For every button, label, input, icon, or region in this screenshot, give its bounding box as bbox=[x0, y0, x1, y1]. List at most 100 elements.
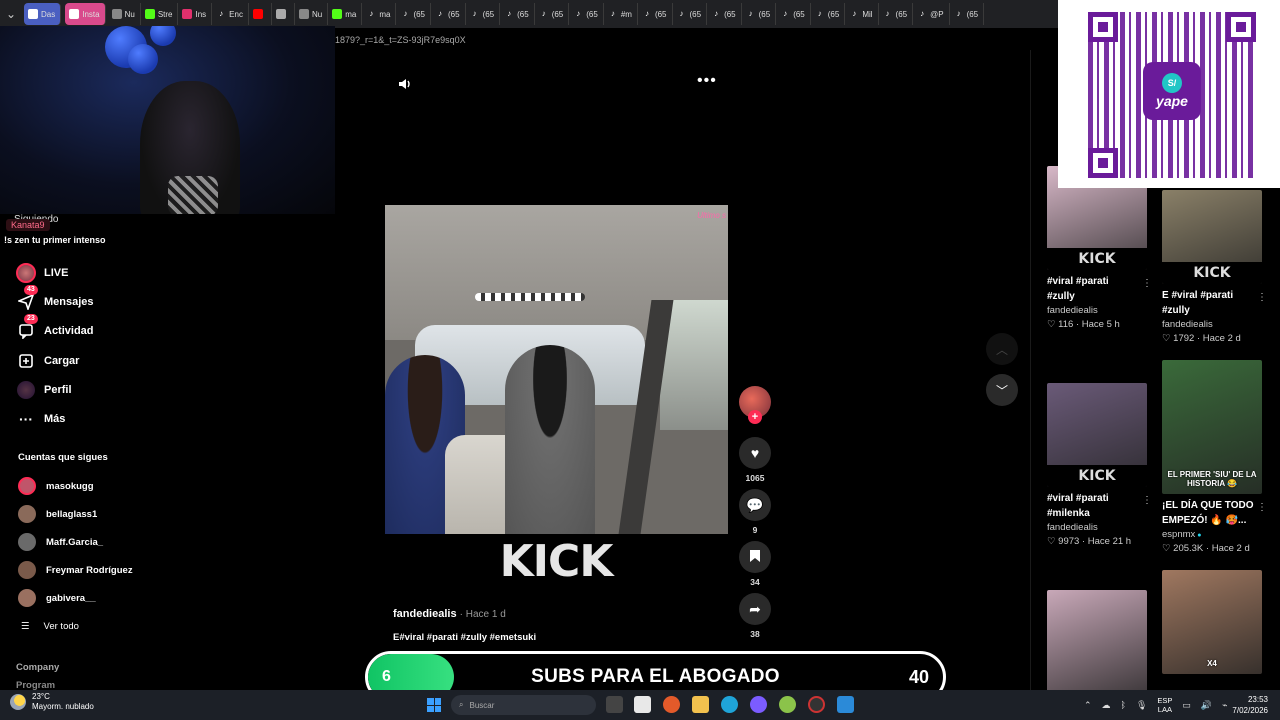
battery-icon[interactable]: ⌁ bbox=[1222, 700, 1227, 711]
bluetooth-icon[interactable]: ᛒ bbox=[1121, 700, 1126, 710]
app-icon[interactable] bbox=[837, 696, 854, 713]
recommended-video[interactable]: EL PRIMER 'SIU' DE LA HISTORIA 😂 ¡EL DÍA … bbox=[1162, 360, 1267, 554]
browser-tab[interactable]: ♪ (65 bbox=[500, 3, 535, 25]
sidebar-item-mensajes[interactable]: 43 Mensajes bbox=[16, 284, 94, 316]
account-item[interactable]: Freymar Rodríguez bbox=[18, 556, 133, 584]
tab-label: Nu bbox=[311, 9, 323, 19]
browser-tab[interactable]: ♪ (65 bbox=[673, 3, 708, 25]
sidebar-item-actividad[interactable]: 23 Actividad bbox=[16, 314, 94, 346]
tab-label: (65 bbox=[551, 9, 564, 19]
video-thumbnail[interactable]: KICK bbox=[1047, 383, 1147, 487]
browser-tab[interactable]: Das bbox=[24, 3, 62, 25]
previous-video-button[interactable]: ︿ bbox=[986, 333, 1018, 365]
discord-icon[interactable] bbox=[750, 696, 767, 713]
video-author[interactable]: fandediealis bbox=[1162, 319, 1213, 330]
weather-widget[interactable]: 23°C Mayorm. nublado bbox=[10, 692, 94, 712]
sidebar-item-perfil[interactable]: Perfil bbox=[16, 375, 94, 404]
footer-company-link[interactable]: Company bbox=[16, 662, 59, 673]
browser-tab[interactable]: ♪ (65 bbox=[776, 3, 811, 25]
windows-start-icon[interactable] bbox=[427, 698, 441, 712]
browser-tab[interactable]: ♪ (65 bbox=[707, 3, 742, 25]
browser-tab[interactable]: ♪ (65 bbox=[742, 3, 777, 25]
task-view-icon[interactable] bbox=[606, 696, 623, 713]
browser-tab[interactable]: ma bbox=[328, 3, 363, 25]
browser-tab[interactable]: Ins bbox=[178, 3, 213, 25]
browser-tab[interactable]: Nu bbox=[108, 3, 141, 25]
account-item[interactable]: Maff.Garcia_ bbox=[18, 528, 133, 556]
video-thumbnail[interactable] bbox=[1047, 590, 1147, 694]
obs-icon[interactable] bbox=[808, 696, 825, 713]
browser-tab[interactable]: Insta bbox=[65, 3, 106, 25]
chevron-up-icon[interactable]: ⌃ bbox=[1084, 700, 1092, 711]
volume-icon[interactable] bbox=[398, 77, 412, 94]
recommended-video[interactable] bbox=[1047, 590, 1152, 694]
store-icon[interactable] bbox=[634, 696, 651, 713]
language-indicator[interactable]: ESP LAA bbox=[1157, 696, 1172, 714]
share-button[interactable]: ➦ bbox=[739, 593, 771, 625]
browser-icon[interactable] bbox=[663, 696, 680, 713]
browser-tab[interactable]: ♪ Enc bbox=[212, 3, 249, 25]
browser-tab[interactable]: ♪ (65 bbox=[879, 3, 914, 25]
edge-icon[interactable] bbox=[721, 696, 738, 713]
recommended-video[interactable]: KICK #viral #parati #zully ⋮ fandediealis ♡ … bbox=[1047, 166, 1152, 330]
recommended-video[interactable]: KICK E #viral #parati #zully ⋮ fandediealis… bbox=[1162, 190, 1267, 344]
kebab-menu-icon[interactable]: ⋮ bbox=[1257, 292, 1267, 303]
tab-list-chevron-icon[interactable]: ⌄ bbox=[0, 0, 22, 28]
video-author[interactable]: espnmx bbox=[1162, 529, 1195, 540]
video-thumbnail[interactable]: KICK bbox=[1162, 190, 1262, 284]
recommended-video[interactable]: X4 bbox=[1162, 570, 1267, 674]
browser-tab[interactable]: ♪ (65 bbox=[466, 3, 501, 25]
file-explorer-icon[interactable] bbox=[692, 696, 709, 713]
browser-tab[interactable]: ♪ (65 bbox=[431, 3, 466, 25]
sidebar-item-mas[interactable]: ··· Más bbox=[16, 404, 94, 433]
network-icon[interactable]: ▭ bbox=[1182, 700, 1191, 711]
like-button[interactable]: ♥ bbox=[739, 437, 771, 469]
recommended-video[interactable]: KICK #viral #parati #milenka ⋮ fandediealis… bbox=[1047, 383, 1152, 547]
sidebar-item-live[interactable]: LIVE bbox=[16, 258, 94, 287]
browser-tab[interactable]: ♪ (65 bbox=[638, 3, 673, 25]
video-author-row[interactable]: fandediealis · Hace 1 d bbox=[393, 608, 506, 620]
browser-tab[interactable]: ♪ #m bbox=[604, 3, 638, 25]
address-bar[interactable]: 1879?_r=1&_t=ZS-93jR7e9sq0X bbox=[335, 30, 1058, 50]
onedrive-icon[interactable]: ☁ bbox=[1102, 700, 1111, 711]
browser-tab[interactable]: ♪ (65 bbox=[950, 3, 985, 25]
browser-tab[interactable]: ♪ ma bbox=[362, 3, 397, 25]
browser-tab[interactable]: ♪ Mil bbox=[845, 3, 879, 25]
browser-tab[interactable]: ♪ (65 bbox=[811, 3, 846, 25]
video-author[interactable]: fandediealis bbox=[1047, 305, 1098, 316]
browser-tab[interactable]: Nu bbox=[295, 3, 329, 25]
taskbar-search[interactable]: ⌕ Buscar bbox=[451, 695, 596, 715]
next-video-button[interactable]: ﹀ bbox=[986, 374, 1018, 406]
follow-plus-icon[interactable]: + bbox=[748, 410, 762, 424]
browser-tab[interactable]: Stre bbox=[141, 3, 179, 25]
taskbar-clock[interactable]: 23:53 7/02/2026 bbox=[1232, 694, 1268, 716]
chrome-icon[interactable] bbox=[779, 696, 796, 713]
video-thumbnail[interactable]: X4 bbox=[1162, 570, 1262, 674]
browser-tab[interactable]: ♪ (65 bbox=[569, 3, 604, 25]
account-item[interactable]: masokugg bbox=[18, 472, 133, 500]
browser-tab[interactable]: ♪ (65 bbox=[396, 3, 431, 25]
video-author[interactable]: fandediealis bbox=[393, 608, 457, 620]
browser-tab[interactable] bbox=[272, 3, 295, 25]
browser-tab[interactable] bbox=[249, 3, 272, 25]
video-player[interactable]: Ultimo s bbox=[385, 205, 728, 534]
see-all-button[interactable]: ☰ Ver todo bbox=[18, 612, 133, 640]
kebab-menu-icon[interactable]: ⋮ bbox=[1257, 502, 1267, 513]
microphone-icon[interactable]: 🎙 bbox=[1136, 700, 1147, 711]
kebab-menu-icon[interactable]: ⋮ bbox=[1142, 278, 1152, 289]
save-button[interactable] bbox=[739, 541, 771, 573]
video-time: Hace 2 d bbox=[1202, 333, 1241, 344]
account-item[interactable]: gabivera__ bbox=[18, 584, 133, 612]
more-icon: ··· bbox=[19, 411, 33, 428]
comment-button[interactable]: 💬 bbox=[739, 489, 771, 521]
more-options-icon[interactable]: ••• bbox=[697, 72, 717, 90]
video-author[interactable]: fandediealis bbox=[1047, 522, 1098, 533]
kebab-menu-icon[interactable]: ⋮ bbox=[1142, 495, 1152, 506]
video-thumbnail[interactable]: EL PRIMER 'SIU' DE LA HISTORIA 😂 bbox=[1162, 360, 1262, 494]
browser-tab[interactable]: ♪ @P bbox=[913, 3, 950, 25]
volume-icon[interactable]: 🔊 bbox=[1201, 700, 1212, 711]
sidebar-item-cargar[interactable]: Cargar bbox=[16, 346, 94, 375]
tiktok-icon: ♪ bbox=[956, 9, 961, 18]
account-item[interactable]: bellaglass1 bbox=[18, 500, 133, 528]
browser-tab[interactable]: ♪ (65 bbox=[535, 3, 570, 25]
